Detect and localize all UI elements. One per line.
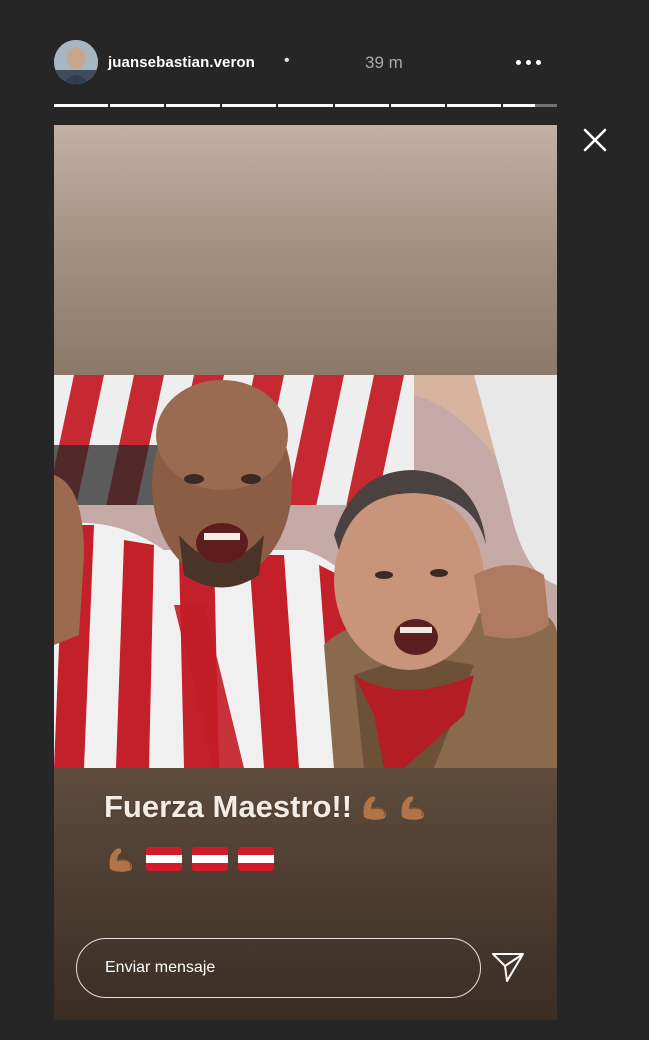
story-header: juansebastian.veron • 39 m xyxy=(54,40,557,84)
progress-segment xyxy=(390,104,445,107)
austria-flag-icon xyxy=(238,847,274,871)
caption-text: Fuerza Maestro!! xyxy=(104,789,353,824)
username[interactable]: juansebastian.veron xyxy=(108,54,255,71)
send-icon[interactable] xyxy=(490,950,526,984)
story-progress xyxy=(54,104,557,108)
separator-dot: • xyxy=(284,52,290,69)
progress-segment xyxy=(334,104,389,107)
message-placeholder: Enviar mensaje xyxy=(105,959,216,976)
flexed-biceps-icon xyxy=(109,848,132,872)
post-time: 39 m xyxy=(365,53,403,72)
avatar[interactable] xyxy=(54,40,98,84)
avatar-image xyxy=(54,40,98,84)
flexed-biceps-icon xyxy=(363,796,387,820)
story-caption: Fuerza Maestro!! xyxy=(104,780,524,884)
progress-segment xyxy=(54,104,109,107)
close-icon[interactable] xyxy=(580,125,610,155)
story-frame[interactable]: Fuerza Maestro!! xyxy=(54,125,557,1020)
progress-segment xyxy=(166,104,221,107)
flexed-biceps-icon xyxy=(401,796,425,820)
message-input[interactable]: Enviar mensaje xyxy=(76,938,481,998)
austria-flag-icon xyxy=(146,847,182,871)
progress-segment xyxy=(502,104,557,107)
story-viewer: juansebastian.veron • 39 m Fuerza Maestr… xyxy=(0,0,649,1040)
progress-segment xyxy=(278,104,333,107)
progress-segment xyxy=(110,104,165,107)
more-options-icon[interactable] xyxy=(510,52,546,72)
story-photo xyxy=(54,375,557,768)
progress-segment xyxy=(446,104,501,107)
progress-segment xyxy=(222,104,277,107)
austria-flag-icon xyxy=(192,847,228,871)
